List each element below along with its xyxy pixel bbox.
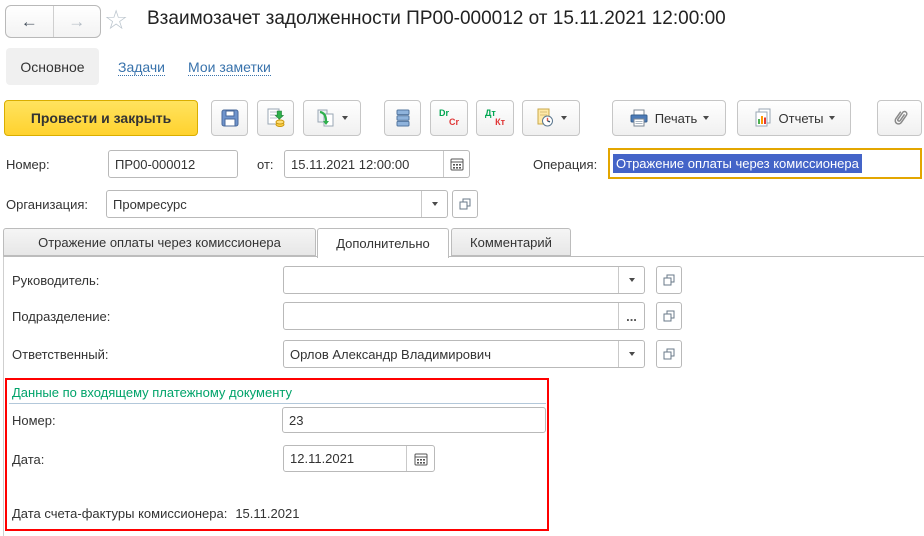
payment-doc-group-title: Данные по входящему платежному документу	[12, 385, 292, 400]
open-in-new-icon	[663, 274, 675, 286]
responsible-open-button[interactable]	[656, 340, 682, 368]
number-label: Номер:	[6, 157, 50, 172]
save-icon	[220, 108, 240, 128]
responsible-input[interactable]: Орлов Александр Владимирович	[283, 340, 645, 368]
reports-label: Отчеты	[778, 110, 824, 126]
create-based-on-button[interactable]	[303, 100, 361, 136]
organization-open-button[interactable]	[452, 190, 478, 218]
section-link-notes[interactable]: Мои заметки	[188, 59, 271, 76]
create-based-on-dropdown-caret	[342, 116, 348, 120]
organization-input[interactable]: Промресурс	[106, 190, 448, 218]
invoice-date-row: Дата счета-фактуры комиссионера: 15.11.2…	[12, 506, 299, 521]
dr-cr-button[interactable]: Dr Cr	[430, 100, 468, 136]
invoice-date-label: Дата счета-фактуры комиссионера:	[12, 506, 228, 521]
printer-icon	[629, 109, 649, 127]
dr-cr-icon: Dr Cr	[438, 107, 460, 129]
back-arrow-icon: ←	[20, 11, 38, 31]
tab-additional-label: Дополнительно	[336, 236, 430, 251]
print-button[interactable]: Печать	[612, 100, 726, 136]
chevron-down-icon	[628, 352, 635, 356]
payment-number-input[interactable]: 23	[282, 407, 546, 433]
payment-date-calendar-button[interactable]	[406, 446, 434, 471]
dt-kt-button[interactable]: Дт Кт	[476, 100, 514, 136]
calendar-icon	[450, 157, 464, 171]
manager-dropdown-button[interactable]	[618, 267, 644, 293]
payment-date-input[interactable]: 12.11.2021	[283, 445, 435, 472]
post-document-icon	[266, 108, 286, 128]
operation-input[interactable]: Отражение оплаты через комиссионера	[608, 148, 922, 179]
group-title-underline	[9, 403, 546, 404]
section-tab-main[interactable]: Основное	[6, 48, 99, 85]
tab-comment[interactable]: Комментарий	[451, 228, 571, 256]
date-label: от:	[257, 157, 274, 172]
attachments-button[interactable]	[877, 100, 922, 136]
report-chart-icon	[753, 108, 773, 128]
tab-operation-label: Отражение оплаты через комиссионера	[38, 234, 281, 250]
manager-open-button[interactable]	[656, 266, 682, 294]
reports-button[interactable]: Отчеты	[737, 100, 851, 136]
open-in-new-icon	[663, 348, 675, 360]
chevron-down-icon	[431, 202, 438, 206]
register-records-button[interactable]	[384, 100, 421, 136]
department-input[interactable]: ...	[283, 302, 645, 330]
cr-label: Cr	[448, 117, 459, 127]
department-open-button[interactable]	[656, 302, 682, 330]
post-button[interactable]	[257, 100, 294, 136]
create-based-on-icon	[316, 108, 336, 128]
paperclip-icon	[890, 108, 910, 128]
forward-arrow-icon: →	[68, 11, 86, 31]
payment-number-value: 23	[289, 412, 304, 428]
date-calendar-button[interactable]	[443, 151, 469, 177]
reports-dropdown-caret	[829, 116, 836, 120]
forward-button[interactable]: →	[54, 6, 101, 37]
favorite-star-icon[interactable]: ☆	[104, 3, 128, 37]
print-label: Печать	[654, 110, 698, 126]
responsible-label: Ответственный:	[12, 347, 109, 362]
save-button[interactable]	[211, 100, 248, 136]
invoice-date-value: 15.11.2021	[235, 506, 300, 521]
payment-date-value: 12.11.2021	[290, 451, 355, 466]
operation-selected-text: Отражение оплаты через комиссионера	[613, 154, 862, 173]
calendar-icon	[414, 452, 428, 466]
chevron-down-icon	[628, 278, 635, 282]
department-label: Подразделение:	[12, 309, 111, 324]
responsible-dropdown-button[interactable]	[618, 341, 644, 367]
payment-date-label: Дата:	[12, 452, 45, 467]
organization-label: Организация:	[6, 197, 89, 212]
open-in-new-icon	[459, 198, 471, 210]
document-window: ← → ☆ Взаимозачет задолженности ПР00-000…	[0, 0, 924, 536]
payment-number-label: Номер:	[12, 413, 56, 428]
tab-panel-top-border	[3, 256, 924, 257]
schedule-dropdown-caret	[561, 116, 567, 120]
tab-operation[interactable]: Отражение оплаты через комиссионера	[3, 228, 316, 256]
organization-value: Промресурс	[113, 196, 187, 212]
manager-input[interactable]	[283, 266, 645, 294]
tab-comment-label: Комментарий	[470, 234, 552, 250]
tab-additional[interactable]: Дополнительно	[317, 228, 449, 258]
organization-dropdown-button[interactable]	[421, 191, 447, 217]
number-input[interactable]: ПР00-000012	[108, 150, 238, 178]
section-link-tasks[interactable]: Задачи	[118, 59, 166, 76]
responsible-value: Орлов Александр Владимирович	[290, 346, 491, 362]
print-dropdown-caret	[703, 116, 710, 120]
kt-label: Кт	[495, 117, 505, 127]
dt-kt-icon: Дт Кт	[484, 107, 506, 129]
schedule-posting-button[interactable]	[522, 100, 580, 136]
back-button[interactable]: ←	[6, 6, 54, 37]
date-value: 15.11.2021 12:00:00	[291, 156, 410, 172]
department-choose-button[interactable]: ...	[618, 303, 644, 329]
post-and-close-label: Провести и закрыть	[30, 110, 172, 126]
document-clock-icon	[535, 108, 555, 128]
operation-label: Операция:	[533, 157, 598, 172]
register-records-icon	[393, 108, 413, 128]
number-value: ПР00-000012	[115, 156, 196, 172]
history-nav: ← →	[5, 5, 101, 38]
page-title: Взаимозачет задолженности ПР00-000012 от…	[147, 8, 726, 29]
date-input[interactable]: 15.11.2021 12:00:00	[284, 150, 470, 178]
post-and-close-button[interactable]: Провести и закрыть	[4, 100, 198, 136]
open-in-new-icon	[663, 310, 675, 322]
manager-label: Руководитель:	[12, 273, 100, 288]
tab-panel-left-border	[3, 256, 4, 536]
dr-label: Dr	[439, 108, 450, 118]
